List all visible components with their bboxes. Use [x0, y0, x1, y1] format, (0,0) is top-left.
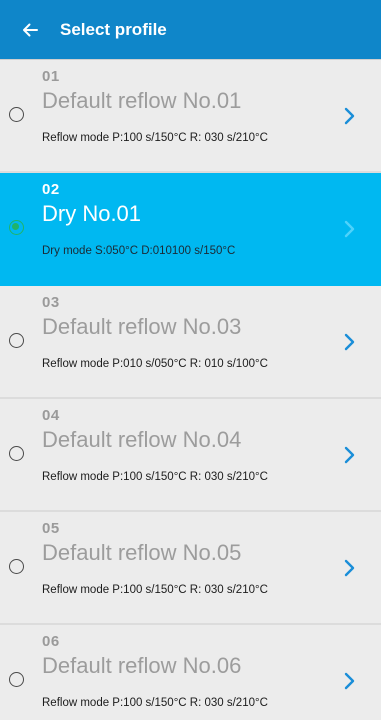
- page-title: Select profile: [60, 19, 167, 39]
- profile-name: Default reflow No.01: [42, 88, 242, 113]
- profile-row-03[interactable]: 03 Default reflow No.03 Reflow mode P:01…: [0, 286, 381, 399]
- radio-button-icon[interactable]: [9, 107, 24, 122]
- radio-button-icon[interactable]: [9, 559, 24, 574]
- chevron-right-icon[interactable]: [343, 558, 357, 578]
- profile-name: Default reflow No.05: [42, 540, 242, 565]
- profile-description: Dry mode S:050°C D:010100 s/150°C: [42, 245, 236, 257]
- profile-row-04[interactable]: 04 Default reflow No.04 Reflow mode P:10…: [0, 399, 381, 512]
- profile-row-02[interactable]: 02 Dry No.01 Dry mode S:050°C D:010100 s…: [0, 173, 381, 286]
- profile-description: Reflow mode P:100 s/150°C R: 030 s/210°C: [42, 132, 268, 144]
- app-screen: Select profile 01 Default reflow No.01 R…: [0, 0, 381, 720]
- profile-description: Reflow mode P:010 s/050°C R: 010 s/100°C: [42, 358, 268, 370]
- chevron-right-icon[interactable]: [343, 106, 357, 126]
- profile-number: 06: [42, 633, 60, 650]
- profile-number: 03: [42, 294, 60, 311]
- profile-name: Default reflow No.06: [42, 653, 242, 678]
- profile-list: 01 Default reflow No.01 Reflow mode P:10…: [0, 60, 381, 720]
- profile-row-01[interactable]: 01 Default reflow No.01 Reflow mode P:10…: [0, 60, 381, 173]
- radio-button-icon[interactable]: [9, 333, 24, 348]
- chevron-right-icon[interactable]: [343, 219, 357, 239]
- profile-name: Default reflow No.04: [42, 427, 242, 452]
- profile-number: 01: [42, 68, 60, 85]
- chevron-right-icon[interactable]: [343, 445, 357, 465]
- profile-row-06[interactable]: 06 Default reflow No.06 Reflow mode P:10…: [0, 625, 381, 720]
- profile-number: 04: [42, 407, 60, 424]
- profile-name: Dry No.01: [42, 201, 142, 226]
- profile-number: 05: [42, 520, 60, 537]
- chevron-right-icon[interactable]: [343, 671, 357, 691]
- profile-description: Reflow mode P:100 s/150°C R: 030 s/210°C: [42, 471, 268, 483]
- radio-button-icon[interactable]: [9, 446, 24, 461]
- back-button[interactable]: [0, 0, 60, 60]
- radio-button-icon[interactable]: [9, 672, 24, 687]
- profile-number: 02: [42, 181, 60, 198]
- radio-button-icon[interactable]: [9, 220, 24, 235]
- profile-description: Reflow mode P:100 s/150°C R: 030 s/210°C: [42, 584, 268, 596]
- profile-name: Default reflow No.03: [42, 314, 242, 339]
- profile-row-05[interactable]: 05 Default reflow No.05 Reflow mode P:10…: [0, 512, 381, 625]
- back-arrow-icon: [23, 23, 38, 36]
- app-bar: Select profile: [0, 0, 381, 60]
- chevron-right-icon[interactable]: [343, 332, 357, 352]
- profile-description: Reflow mode P:100 s/150°C R: 030 s/210°C: [42, 697, 268, 709]
